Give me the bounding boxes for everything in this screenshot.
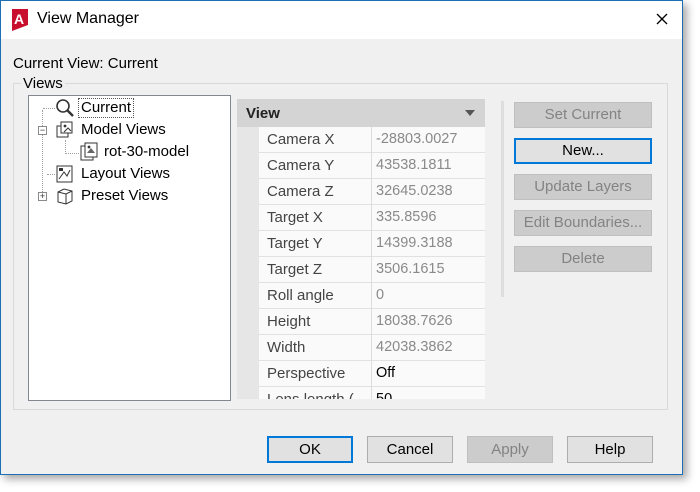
current-view-line: Current View: Current — [13, 55, 158, 72]
tree-item-model-views[interactable]: − Model Views — [29, 120, 229, 140]
property-separator — [371, 387, 372, 399]
property-row[interactable]: Width 42038.3862 — [259, 335, 485, 361]
view-manager-dialog: A View Manager Current View: Current Vie… — [0, 0, 683, 475]
delete-button[interactable]: Delete — [514, 246, 652, 272]
current-view-label: Current View: — [13, 55, 104, 72]
property-value: 43538.1811 — [376, 157, 452, 173]
property-key: Target X — [267, 209, 323, 226]
property-key: Camera Z — [267, 183, 334, 200]
model-views-icon — [55, 120, 75, 140]
tree-item-current[interactable]: Current — [29, 98, 229, 118]
property-value: 32645.0238 — [376, 183, 453, 199]
edit-boundaries-button[interactable]: Edit Boundaries... — [514, 210, 652, 236]
tree-item-label: Current — [78, 98, 135, 118]
property-value: 3506.1615 — [376, 261, 445, 277]
tree-item-label: Preset Views — [81, 187, 169, 204]
tree-item-layout-views[interactable]: Layout Views — [29, 164, 229, 184]
property-value: 0 — [376, 287, 385, 303]
properties-grid[interactable]: View Camera X -28803.0027 Camera Y 43538.18… — [237, 99, 485, 399]
tree-item-preset-views[interactable]: + Preset Views — [29, 186, 229, 206]
close-icon — [656, 13, 668, 25]
property-key: Lens length ( — [267, 391, 359, 399]
current-view-value: Current — [107, 55, 158, 72]
property-value[interactable]: 50 — [376, 391, 392, 399]
properties-gutter — [237, 127, 259, 399]
collapse-expander[interactable]: − — [38, 126, 47, 135]
new-button[interactable]: New... — [514, 138, 652, 164]
property-key: Camera X — [267, 131, 335, 148]
tree-item-rot-30-model[interactable]: rot-30-model — [29, 142, 229, 162]
property-separator — [371, 257, 372, 283]
property-separator — [371, 127, 372, 153]
property-separator — [371, 153, 372, 179]
property-row[interactable]: Target Y 14399.3188 — [259, 231, 485, 257]
property-value: 335.8596 — [376, 209, 437, 225]
property-value: 18038.7626 — [376, 313, 453, 329]
property-row[interactable]: Perspective Off — [259, 361, 485, 387]
property-row[interactable]: Camera X -28803.0027 — [259, 127, 485, 153]
property-row[interactable]: Height 18038.7626 — [259, 309, 485, 335]
property-value: 42038.3862 — [376, 339, 453, 355]
close-button[interactable] — [647, 5, 677, 35]
views-tree[interactable]: Current − Model Views rot-30-model Layou… — [28, 95, 231, 401]
svg-text:A: A — [14, 11, 24, 27]
property-separator — [371, 283, 372, 309]
property-row[interactable]: Roll angle 0 — [259, 283, 485, 309]
apply-button[interactable]: Apply — [467, 436, 553, 463]
property-key: Camera Y — [267, 157, 335, 174]
update-layers-button[interactable]: Update Layers — [514, 174, 652, 200]
cancel-button[interactable]: Cancel — [367, 436, 453, 463]
camera-view-icon — [79, 142, 99, 162]
property-separator — [371, 309, 372, 335]
property-separator — [371, 335, 372, 361]
property-value[interactable]: Off — [376, 365, 395, 381]
property-key: Perspective — [267, 365, 346, 382]
property-separator — [371, 231, 372, 257]
collapse-triangle-icon[interactable] — [465, 110, 475, 116]
ok-button[interactable]: OK — [267, 436, 353, 463]
property-value: -28803.0027 — [376, 131, 458, 147]
property-separator — [371, 205, 372, 231]
property-row[interactable]: Lens length ( 50 — [259, 387, 485, 399]
property-key: Width — [267, 339, 306, 356]
layout-icon — [55, 164, 75, 184]
help-button[interactable]: Help — [567, 436, 653, 463]
property-row[interactable]: Camera Y 43538.1811 — [259, 153, 485, 179]
properties-header[interactable]: View — [237, 99, 485, 127]
expand-expander[interactable]: + — [38, 192, 47, 201]
property-row[interactable]: Target Z 3506.1615 — [259, 257, 485, 283]
property-key: Target Z — [267, 261, 323, 278]
tree-item-label: Model Views — [81, 121, 166, 138]
set-current-button[interactable]: Set Current — [514, 102, 652, 128]
magnifier-icon — [55, 98, 75, 118]
property-key: Target Y — [267, 235, 323, 252]
properties-scrollbar[interactable] — [501, 101, 504, 297]
property-row[interactable]: Target X 335.8596 — [259, 205, 485, 231]
title-bar: A View Manager — [1, 1, 682, 39]
views-group-label: Views — [21, 75, 65, 92]
property-separator — [371, 361, 372, 387]
property-value: 14399.3188 — [376, 235, 453, 251]
property-key: Roll angle — [267, 287, 334, 304]
tree-item-label: rot-30-model — [104, 143, 190, 160]
property-separator — [371, 179, 372, 205]
properties-header-label: View — [246, 105, 280, 122]
tree-item-label: Layout Views — [81, 165, 170, 182]
property-row[interactable]: Camera Z 32645.0238 — [259, 179, 485, 205]
autocad-icon: A — [10, 9, 30, 31]
cube-icon — [55, 186, 75, 206]
window-title: View Manager — [37, 10, 139, 27]
property-key: Height — [267, 313, 311, 330]
